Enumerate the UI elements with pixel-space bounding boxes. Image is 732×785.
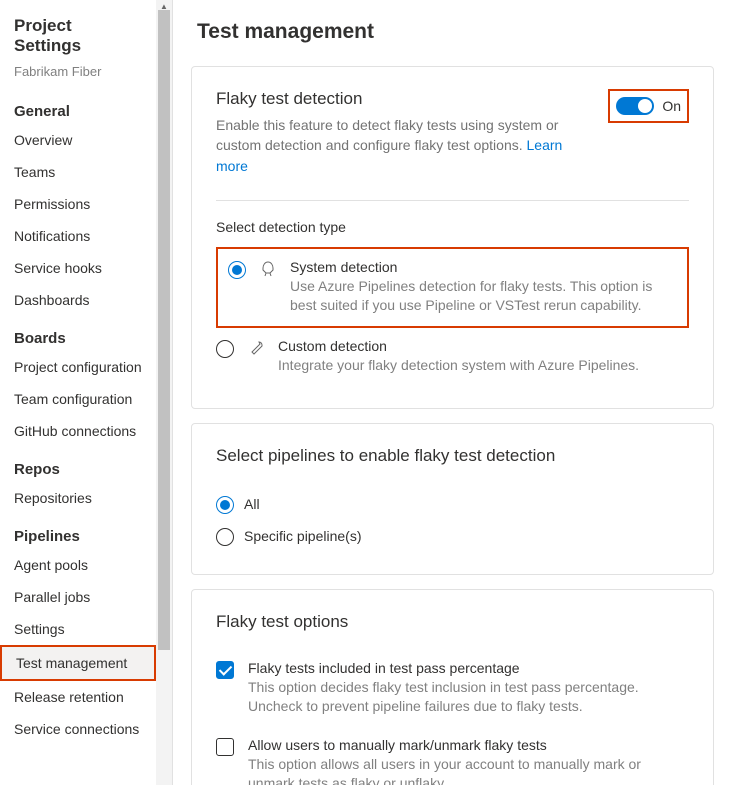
custom-detection-title: Custom detection (278, 338, 689, 354)
section-repos: Repos (0, 447, 156, 482)
scrollbar-up-icon[interactable]: ▲ (160, 2, 168, 10)
sidebar-item-project-config[interactable]: Project configuration (0, 351, 156, 383)
include-flaky-checkbox[interactable] (216, 661, 234, 679)
scrollbar[interactable]: ▲ (156, 0, 172, 785)
flaky-title: Flaky test detection (216, 89, 592, 109)
sidebar-item-service-connections[interactable]: Service connections (0, 713, 156, 745)
include-flaky-title: Flaky tests included in test pass percen… (248, 660, 689, 676)
page-title: Test management (191, 20, 714, 44)
section-general: General (0, 89, 156, 124)
wrench-icon (248, 340, 264, 359)
manual-mark-checkbox[interactable] (216, 738, 234, 756)
pipelines-title: Select pipelines to enable flaky test de… (216, 446, 689, 466)
include-flaky-desc: This option decides flaky test inclusion… (248, 678, 689, 717)
include-flaky-option[interactable]: Flaky tests included in test pass percen… (216, 650, 689, 727)
flaky-detection-card: Flaky test detection Enable this feature… (191, 66, 714, 409)
sidebar-item-overview[interactable]: Overview (0, 124, 156, 156)
pipelines-all-option[interactable]: All (216, 488, 689, 520)
manual-mark-title: Allow users to manually mark/unmark flak… (248, 737, 689, 753)
pipelines-specific-label: Specific pipeline(s) (244, 528, 362, 544)
manual-mark-option[interactable]: Allow users to manually mark/unmark flak… (216, 727, 689, 785)
pipelines-card: Select pipelines to enable flaky test de… (191, 423, 714, 575)
sidebar-item-dashboards[interactable]: Dashboards (0, 284, 156, 316)
custom-detection-option[interactable]: Custom detection Integrate your flaky de… (216, 328, 689, 386)
custom-detection-radio[interactable] (216, 340, 234, 358)
system-detection-radio[interactable] (228, 261, 246, 279)
sidebar-item-parallel-jobs[interactable]: Parallel jobs (0, 581, 156, 613)
scrollbar-thumb[interactable] (158, 10, 170, 650)
sidebar-item-agent-pools[interactable]: Agent pools (0, 549, 156, 581)
sidebar-title: Project Settings (0, 16, 156, 60)
custom-detection-desc: Integrate your flaky detection system wi… (278, 356, 689, 376)
flaky-description: Enable this feature to detect flaky test… (216, 115, 592, 176)
divider (216, 200, 689, 201)
manual-mark-desc: This option allows all users in your acc… (248, 755, 689, 785)
sidebar-item-permissions[interactable]: Permissions (0, 188, 156, 220)
sidebar-item-service-hooks[interactable]: Service hooks (0, 252, 156, 284)
sidebar-item-github[interactable]: GitHub connections (0, 415, 156, 447)
flaky-toggle-container: On (608, 89, 689, 123)
flaky-toggle-label: On (662, 98, 681, 114)
sidebar-item-settings[interactable]: Settings (0, 613, 156, 645)
sidebar: Project Settings Fabrikam Fiber General … (0, 0, 173, 785)
section-boards: Boards (0, 316, 156, 351)
sidebar-item-release-retention[interactable]: Release retention (0, 681, 156, 713)
project-name: Fabrikam Fiber (0, 60, 156, 89)
system-detection-title: System detection (290, 259, 677, 275)
flaky-toggle[interactable] (616, 97, 654, 115)
options-title: Flaky test options (216, 612, 689, 632)
sidebar-item-notifications[interactable]: Notifications (0, 220, 156, 252)
pipelines-specific-radio[interactable] (216, 528, 234, 546)
sidebar-item-team-config[interactable]: Team configuration (0, 383, 156, 415)
sidebar-item-test-management[interactable]: Test management (0, 645, 156, 681)
detection-type-heading: Select detection type (216, 219, 689, 235)
pipelines-specific-option[interactable]: Specific pipeline(s) (216, 520, 689, 552)
sidebar-item-teams[interactable]: Teams (0, 156, 156, 188)
rocket-icon (260, 261, 276, 280)
system-detection-desc: Use Azure Pipelines detection for flaky … (290, 277, 677, 316)
system-detection-option[interactable]: System detection Use Azure Pipelines det… (216, 247, 689, 328)
section-pipelines: Pipelines (0, 514, 156, 549)
main-content: Test management Flaky test detection Ena… (173, 0, 732, 785)
pipelines-all-radio[interactable] (216, 496, 234, 514)
sidebar-item-repositories[interactable]: Repositories (0, 482, 156, 514)
pipelines-all-label: All (244, 496, 260, 512)
options-card: Flaky test options Flaky tests included … (191, 589, 714, 785)
